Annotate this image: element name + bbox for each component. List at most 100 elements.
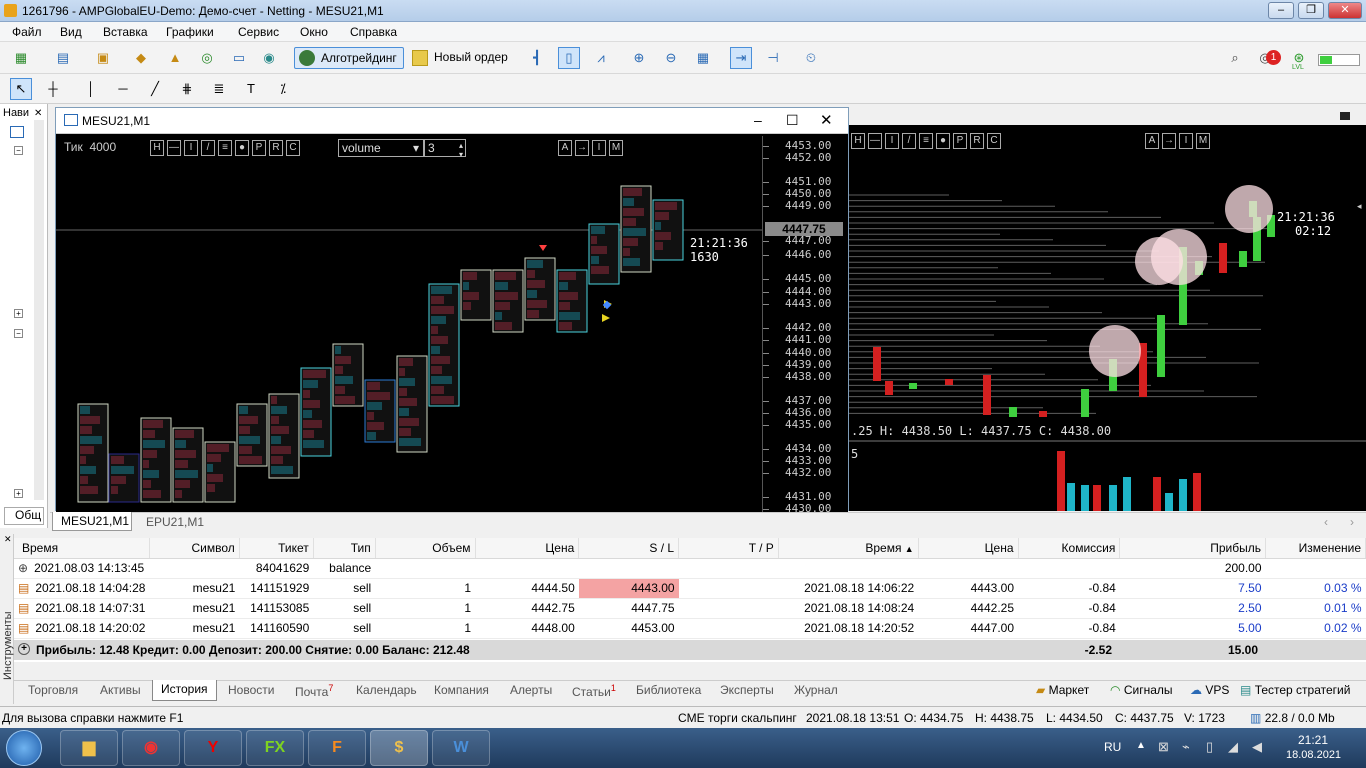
algo-trading-button[interactable]: Алготрейдинг [294, 47, 404, 69]
tile-windows-icon[interactable]: ▦ [692, 47, 714, 69]
close-button[interactable]: ✕ [1328, 2, 1362, 19]
table-row[interactable]: ▤ 2021.08.18 14:07:31 mesu21 141153085 sell 1… [14, 598, 1366, 619]
data-window-icon[interactable]: ▭ [228, 47, 250, 69]
crosshair-icon[interactable]: ┼ [42, 78, 64, 100]
tab-alerts[interactable]: Алерты [510, 683, 552, 697]
spin-down-icon[interactable]: ▾ [459, 147, 463, 163]
cluster-control-4[interactable]: ≡ [218, 140, 232, 156]
yandex-taskbar-icon[interactable]: Y [184, 730, 242, 766]
cluster-control-1[interactable]: — [167, 140, 181, 156]
minimize-button[interactable]: – [1268, 2, 1294, 19]
cluster-control-0[interactable]: A [1145, 133, 1159, 149]
col-ticket[interactable]: Тикет [239, 538, 314, 559]
cluster-control-7[interactable]: R [269, 140, 283, 156]
tree-expand-icon[interactable]: + [14, 309, 23, 318]
fibo-icon[interactable]: ≣ [208, 78, 230, 100]
candle-chart-icon[interactable]: ▯ [558, 47, 580, 69]
tab-company[interactable]: Компания [434, 683, 489, 697]
channel-icon[interactable]: ⋕ [176, 78, 198, 100]
tab-articles[interactable]: Статьи1 [572, 683, 616, 699]
menu-view[interactable]: Вид [60, 25, 82, 39]
cluster-control-5[interactable]: ● [936, 133, 950, 149]
cluster-control-0[interactable]: A [558, 140, 572, 156]
menu-window[interactable]: Окно [300, 25, 328, 39]
navigator-close-icon[interactable]: ✕ [34, 108, 42, 119]
explorer-taskbar-icon[interactable]: ▆ [60, 730, 118, 766]
chart-tab-mesu21[interactable]: MESU21,M1 [52, 512, 132, 531]
signal-bars-icon[interactable]: ◢ [1228, 739, 1238, 755]
vps-link[interactable]: ☁ VPS [1190, 683, 1229, 697]
tabs-scroll-right-icon[interactable]: › [1350, 515, 1354, 529]
chart-close-button[interactable]: ✕ [820, 111, 833, 129]
tab-journal[interactable]: Журнал [794, 683, 838, 697]
col-profit[interactable]: Прибыль [1119, 538, 1267, 559]
horizontal-line-icon[interactable]: ─ [112, 78, 134, 100]
cluster-control-2[interactable]: I [885, 133, 899, 149]
cluster-control-2[interactable]: I [592, 140, 606, 156]
col-commission[interactable]: Комиссия [1018, 538, 1121, 559]
tree-expand-icon[interactable]: + [14, 489, 23, 498]
zoom-in-icon[interactable]: ⊕ [628, 47, 650, 69]
zoom-out-icon[interactable]: ⊖ [660, 47, 682, 69]
restore-button[interactable]: ❐ [1298, 2, 1324, 19]
restore-chart-icon[interactable] [1340, 112, 1350, 120]
chart-shift-icon[interactable]: ⊣ [762, 47, 784, 69]
tab-experts[interactable]: Эксперты [720, 683, 774, 697]
price-axis[interactable]: 4453.00 4452.00 4451.00 4450.00 4449.00 4447.… [762, 136, 848, 515]
chrome-taskbar-icon[interactable]: ◉ [122, 730, 180, 766]
strategy-tester-link[interactable]: ▤ Тестер стратегий [1240, 683, 1350, 697]
cluster-control-6[interactable]: P [252, 140, 266, 156]
new-order-button[interactable]: Новый ордер [408, 47, 514, 69]
line-chart-icon[interactable]: ⩘ [590, 47, 612, 69]
new-chart-icon[interactable]: ▦ [10, 47, 32, 69]
navigator-scrollbar[interactable] [34, 120, 44, 500]
auto-scroll-icon[interactable]: ⇥ [730, 47, 752, 69]
cluster-control-3[interactable]: / [201, 140, 215, 156]
toolbox-close-icon[interactable]: ✕ [4, 534, 12, 545]
menu-file[interactable]: Файл [12, 25, 42, 39]
table-row[interactable]: ▤ 2021.08.18 14:04:28 mesu21 141151929 sell 1… [14, 578, 1366, 599]
f-app-taskbar-icon[interactable]: F [308, 730, 366, 766]
cluster-step-spinner[interactable]: 3 ▴ ▾ [424, 139, 466, 159]
cluster-type-select[interactable]: volume ▾ [338, 139, 424, 157]
cluster-control-0[interactable]: H [150, 140, 164, 156]
cluster-control-5[interactable]: ● [235, 140, 249, 156]
cluster-control-1[interactable]: — [868, 133, 882, 149]
bar-chart-icon[interactable]: ┫ [526, 47, 548, 69]
tab-assets[interactable]: Активы [100, 683, 141, 697]
cluster-control-4[interactable]: ≡ [919, 133, 933, 149]
candle-chart-window[interactable]: H — I / ≡ ● P R C A → I M 21:21:36 02:12 .25 H: 443… [849, 125, 1366, 511]
menu-insert[interactable]: Вставка [103, 25, 148, 39]
cluster-control-1[interactable]: → [1162, 133, 1176, 149]
tabs-scroll-left-icon[interactable]: ‹ [1324, 515, 1328, 529]
device-icon[interactable]: ▯ [1206, 739, 1213, 755]
word-taskbar-icon[interactable]: W [432, 730, 490, 766]
clock-date[interactable]: 18.08.2021 [1286, 749, 1341, 761]
cluster-control-3[interactable]: / [902, 133, 916, 149]
chart-minimize-button[interactable]: – [754, 112, 762, 128]
cluster-control-0[interactable]: H [851, 133, 865, 149]
table-row[interactable]: ⊕ 2021.08.03 14:13:45 84041629 balance 200.0… [14, 558, 1366, 579]
cursor-icon[interactable]: ↖ [10, 78, 32, 100]
search-tool-icon[interactable]: ◉ [258, 47, 280, 69]
menu-tools[interactable]: Сервис [238, 25, 279, 39]
cluster-control-3[interactable]: M [1196, 133, 1210, 149]
text-icon[interactable]: T [240, 78, 262, 100]
col-volume[interactable]: Объем [375, 538, 476, 559]
cluster-control-3[interactable]: M [609, 140, 623, 156]
tab-mail[interactable]: Почта7 [295, 683, 333, 699]
cluster-control-6[interactable]: P [953, 133, 967, 149]
signals-icon[interactable]: ◎ [196, 47, 218, 69]
tray-app-icon[interactable]: ⌁ [1182, 739, 1190, 755]
shapes-icon[interactable]: ⁒ [272, 78, 294, 100]
menu-charts[interactable]: Графики [166, 25, 214, 39]
chart-tab-epu21[interactable]: EPU21,M1 [146, 515, 204, 529]
market-watch-icon[interactable]: ◆ [130, 47, 152, 69]
col-close-time[interactable]: Время ▲ [778, 538, 919, 559]
tab-news[interactable]: Новости [228, 683, 274, 697]
lock-icon[interactable]: ▲ [164, 47, 186, 69]
tree-collapse-icon[interactable]: − [14, 146, 23, 155]
tab-calendar[interactable]: Календарь [356, 683, 417, 697]
col-close-price[interactable]: Цена [918, 538, 1019, 559]
col-type[interactable]: Тип [313, 538, 376, 559]
